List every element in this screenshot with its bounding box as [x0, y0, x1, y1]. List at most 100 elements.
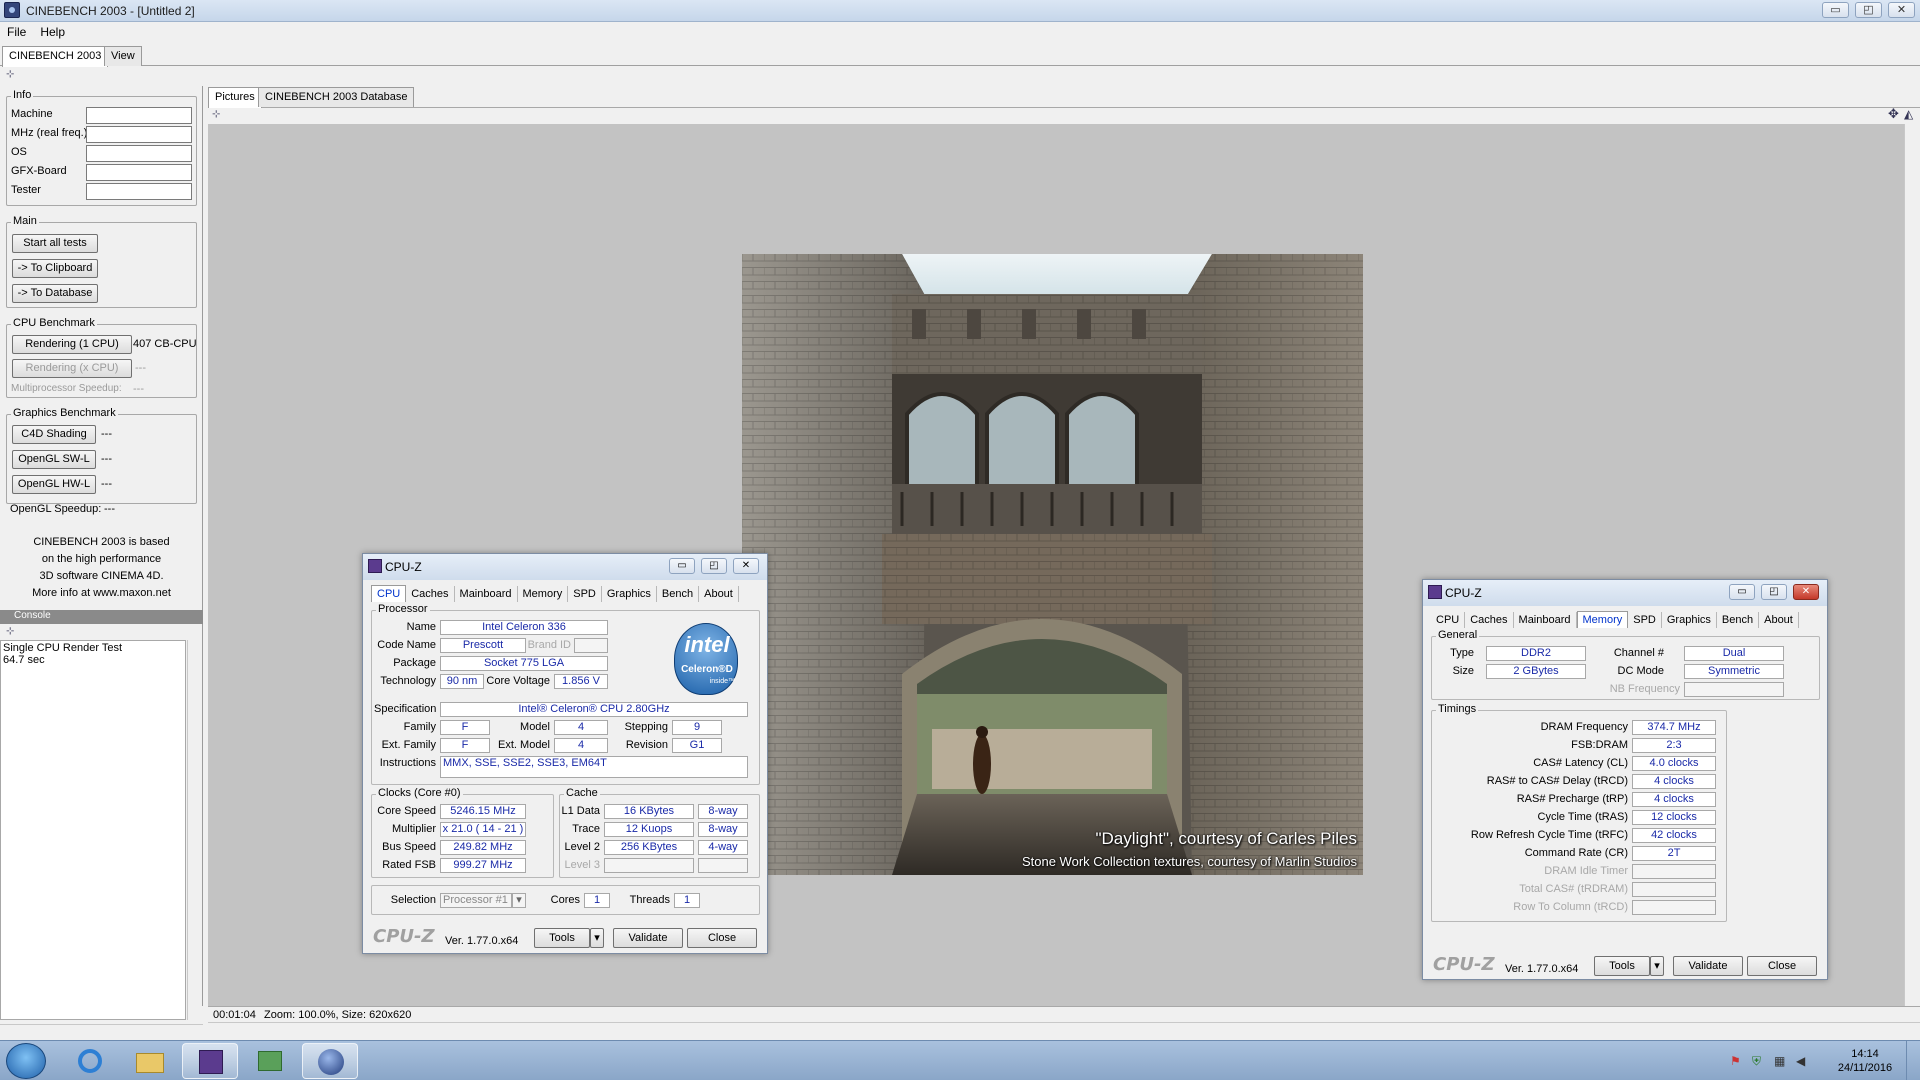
- console-output[interactable]: Single CPU Render Test 64.7 sec: [0, 640, 186, 1020]
- taskbar-network-icon[interactable]: [242, 1043, 298, 1079]
- about-line-3: 3D software CINEMA 4D.: [39, 570, 164, 582]
- rendering-1cpu-result: 407 CB-CPU: [133, 338, 197, 350]
- brandid-label: Brand ID: [527, 639, 571, 651]
- dram-frequency-label: DRAM Frequency: [1540, 721, 1628, 733]
- menu-help[interactable]: Help: [33, 22, 72, 39]
- rendering-xcpu-button[interactable]: Rendering (x CPU): [12, 359, 132, 378]
- cpuz2-tab-about[interactable]: About: [1759, 612, 1799, 628]
- cache-group: Cache L1 Data 16 KBytes 8-way Trace 12 K…: [559, 787, 760, 878]
- to-clipboard-button[interactable]: -> To Clipboard: [12, 259, 98, 278]
- taskbar: ⚑ ⛨ ▦ ◀ 14:14 24/11/2016: [0, 1040, 1920, 1080]
- package-label: Package: [393, 657, 436, 669]
- cpuz2-validate-button[interactable]: Validate: [1673, 956, 1743, 976]
- mp-speedup-result: ---: [133, 383, 144, 395]
- show-desktop-button[interactable]: [1906, 1041, 1920, 1080]
- validate-button[interactable]: Validate: [613, 928, 683, 948]
- about-line-4: More info at www.maxon.net: [32, 587, 171, 599]
- mhz-field[interactable]: [86, 126, 192, 143]
- cinebench-app-icon[interactable]: [4, 2, 20, 18]
- processor-select-chevron-icon[interactable]: ▾: [512, 893, 526, 908]
- minimize-button[interactable]: ▭: [1822, 2, 1849, 18]
- tray-shield-icon[interactable]: ⛨: [1752, 1054, 1766, 1068]
- cpuz-memory-maximize-button[interactable]: ◰: [1761, 584, 1787, 600]
- view-pin-icon[interactable]: ⊹: [212, 110, 224, 120]
- picture-vscrollbar[interactable]: [1904, 124, 1920, 1006]
- cpuz-memory-minimize-button[interactable]: ▭: [1729, 584, 1755, 600]
- os-field[interactable]: [86, 145, 192, 162]
- dram-frequency-value: 374.7 MHz: [1632, 720, 1716, 735]
- cpuz2-tab-memory[interactable]: Memory: [1576, 611, 1629, 628]
- start-button-icon[interactable]: [6, 1043, 46, 1079]
- machine-field[interactable]: [86, 107, 192, 124]
- tools-dropdown-icon[interactable]: ▾: [590, 928, 604, 948]
- cpuz-cpu-titlebar[interactable]: CPU-Z ▭ ◰ ✕: [363, 554, 767, 580]
- taskbar-explorer-icon[interactable]: [122, 1043, 178, 1079]
- cpuz-memory-close-button[interactable]: ✕: [1793, 584, 1819, 600]
- cpuz2-tab-spd[interactable]: SPD: [1628, 612, 1662, 628]
- maximize-button[interactable]: ◰: [1855, 2, 1882, 18]
- cpuz-close-button[interactable]: Close: [687, 928, 757, 948]
- cpuz2-tab-caches[interactable]: Caches: [1465, 612, 1514, 628]
- cpuz-tab-memory[interactable]: Memory: [518, 586, 569, 602]
- c4d-shading-button[interactable]: C4D Shading: [12, 425, 96, 444]
- console-header[interactable]: Console: [0, 610, 203, 624]
- taskbar-ie-icon[interactable]: [62, 1043, 118, 1079]
- cpuz2-tools-dropdown-icon[interactable]: ▾: [1650, 956, 1664, 976]
- channel-value: Dual: [1684, 646, 1784, 661]
- pin-icon[interactable]: ⊹: [6, 70, 18, 80]
- intel-logo-product: Celeron®D: [681, 664, 733, 675]
- close-button[interactable]: ✕: [1888, 2, 1915, 18]
- tester-field[interactable]: [86, 183, 192, 200]
- cpuz-cpu-window: CPU-Z ▭ ◰ ✕ CPU Caches Mainboard Memory SPD G…: [362, 553, 768, 954]
- cpuz-cpu-maximize-button[interactable]: ◰: [701, 558, 727, 574]
- opengl-hwl-button[interactable]: OpenGL HW-L: [12, 475, 96, 494]
- tab-cinebench[interactable]: CINEBENCH 2003: [2, 46, 109, 67]
- cpuz-tab-cpu[interactable]: CPU: [371, 585, 407, 602]
- fsb-dram-value: 2:3: [1632, 738, 1716, 753]
- clocks-title: Clocks (Core #0): [376, 787, 463, 799]
- tray-network-icon[interactable]: ▦: [1774, 1054, 1788, 1068]
- start-all-tests-button[interactable]: Start all tests: [12, 234, 98, 253]
- cpuz-tab-caches[interactable]: Caches: [406, 586, 455, 602]
- cpuz2-tab-cpu[interactable]: CPU: [1431, 612, 1466, 628]
- zoom-icon[interactable]: ◭: [1904, 108, 1916, 120]
- cpuz-cpu-minimize-button[interactable]: ▭: [669, 558, 695, 574]
- taskbar-cinebench-icon[interactable]: [302, 1043, 358, 1079]
- tab-database[interactable]: CINEBENCH 2003 Database: [258, 87, 415, 107]
- tray-clock[interactable]: 14:14 24/11/2016: [1830, 1047, 1900, 1075]
- rendering-1cpu-button[interactable]: Rendering (1 CPU): [12, 335, 132, 354]
- cpuz2-close-button[interactable]: Close: [1747, 956, 1817, 976]
- console-pin-icon[interactable]: ⊹: [6, 627, 18, 637]
- cpuz-tab-graphics[interactable]: Graphics: [602, 586, 657, 602]
- cpuz2-tools-button[interactable]: Tools: [1594, 956, 1650, 976]
- cpuz-tab-mainboard[interactable]: Mainboard: [455, 586, 518, 602]
- picture-hscrollbar[interactable]: [208, 1022, 1920, 1038]
- tab-view[interactable]: View: [104, 46, 142, 66]
- console-line-1: Single CPU Render Test: [3, 642, 123, 654]
- console-scrollbar[interactable]: [187, 640, 201, 1020]
- tools-button[interactable]: Tools: [534, 928, 590, 948]
- cpuz-tab-spd[interactable]: SPD: [568, 586, 602, 602]
- cpuz2-tab-mainboard[interactable]: Mainboard: [1514, 612, 1577, 628]
- tray-volume-icon[interactable]: ◀: [1796, 1054, 1810, 1068]
- menu-file[interactable]: File: [0, 22, 33, 39]
- console-hscrollbar[interactable]: [0, 1024, 203, 1038]
- move-icon[interactable]: ✥: [1888, 107, 1900, 120]
- intel-logo-brand: intel: [684, 632, 730, 657]
- cpuz-memory-titlebar[interactable]: CPU-Z ▭ ◰ ✕: [1423, 580, 1827, 606]
- tab-pictures[interactable]: Pictures: [208, 87, 262, 108]
- tray-flag-icon[interactable]: ⚑: [1730, 1054, 1744, 1068]
- gfx-field[interactable]: [86, 164, 192, 181]
- opengl-speedup-label: OpenGL Speedup:: [10, 503, 102, 515]
- cpuz-tab-bench[interactable]: Bench: [657, 586, 700, 602]
- l1-data-label: L1 Data: [561, 805, 600, 817]
- cpuz2-tab-bench[interactable]: Bench: [1717, 612, 1760, 628]
- technology-label: Technology: [380, 675, 436, 687]
- processor-select[interactable]: Processor #1: [440, 893, 512, 908]
- cpuz2-tab-graphics[interactable]: Graphics: [1662, 612, 1717, 628]
- cpuz-cpu-close-button[interactable]: ✕: [733, 558, 759, 574]
- cpuz-tab-about[interactable]: About: [699, 586, 739, 602]
- opengl-swl-button[interactable]: OpenGL SW-L: [12, 450, 96, 469]
- to-database-button[interactable]: -> To Database: [12, 284, 98, 303]
- taskbar-cpuz-icon[interactable]: [182, 1043, 238, 1079]
